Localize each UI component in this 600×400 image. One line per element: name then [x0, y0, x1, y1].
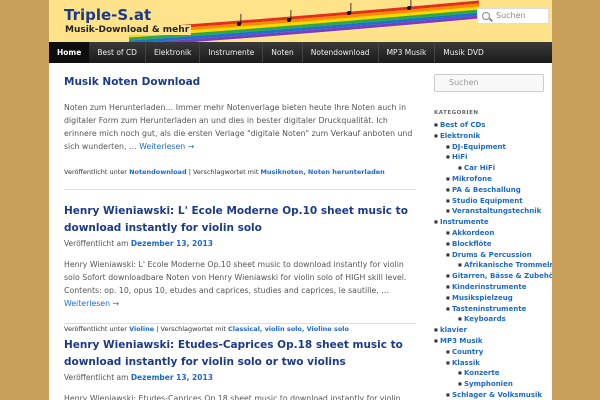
search-icon	[482, 12, 490, 20]
nav-item-mp3-musik[interactable]: MP3 Musik	[377, 42, 435, 63]
nav-item-home[interactable]: Home	[49, 42, 90, 63]
nav-item-noten[interactable]: Noten	[262, 42, 302, 63]
sidebar-category-item[interactable]: Symphonien	[458, 379, 544, 390]
site-title[interactable]: Triple-S.at	[64, 6, 151, 24]
sidebar-category-item[interactable]: Veranstaltungstechnik	[446, 206, 544, 217]
site-header: Triple-S.at Musik-Download & mehr Suchen	[49, 0, 552, 42]
sidebar-category-item[interactable]: Instrumente	[434, 217, 544, 228]
category-link[interactable]: Notendownload	[129, 168, 187, 176]
sidebar-category-item[interactable]: Studio Equipment	[446, 196, 544, 207]
nav-item-musik-dvd[interactable]: Musik DVD	[434, 42, 492, 63]
header-search-placeholder: Suchen	[496, 11, 526, 20]
category-list: Best of CDsElektronikDJ-EquipmentHiFiCar…	[434, 120, 552, 400]
nav-item-notendownload[interactable]: Notendownload	[301, 42, 378, 63]
sidebar-category-item[interactable]: Blockflöte	[446, 239, 544, 250]
sidebar: Suchen KATEGORIEN Best of CDsElektronikD…	[434, 74, 552, 400]
sidebar-category-item[interactable]: MP3 Musik	[434, 336, 544, 347]
rainbow-banner	[128, 0, 479, 42]
date-prefix: Veröffentlicht am	[64, 373, 129, 382]
sidebar-category-item[interactable]: Best of CDs	[434, 120, 544, 131]
nav-item-instrumente[interactable]: Instrumente	[199, 42, 262, 63]
meta-prefix: Veröffentlicht unter	[64, 168, 127, 176]
read-more-link[interactable]: Weiterlesen →	[139, 142, 194, 151]
sidebar-category-item[interactable]: Drums & Percussion	[446, 250, 544, 261]
post-title[interactable]: Henry Wieniawski: L' Ecole Moderne Op.10…	[64, 203, 416, 237]
sidebar-category-item[interactable]: Schlager & Volksmusik	[446, 390, 544, 400]
date-prefix: Veröffentlicht am	[64, 239, 129, 248]
date-link[interactable]: Dezember 13, 2013	[131, 373, 213, 382]
sidebar-category-item[interactable]: Car HiFi	[458, 163, 544, 174]
sidebar-category-item[interactable]: DJ-Equipment	[446, 142, 544, 153]
post: Henry Wieniawski: Etudes-Caprices Op.18 …	[64, 324, 416, 400]
sidebar-category-item[interactable]: Country	[446, 347, 544, 358]
nav-item-elektronik[interactable]: Elektronik	[144, 42, 199, 63]
main-nav: Home Best of CD Elektronik Instrumente N…	[49, 42, 552, 63]
post-date: Veröffentlicht am Dezember 13, 2013	[64, 239, 416, 248]
sidebar-category-item[interactable]: Musikspielzeug	[446, 293, 544, 304]
sidebar-category-item[interactable]: Tasteninstrumente	[446, 304, 544, 315]
read-more-link[interactable]: Weiterlesen →	[64, 299, 119, 308]
sidebar-category-item[interactable]: Mikrofone	[446, 174, 544, 185]
sidebar-category-item[interactable]: Konzerte	[458, 368, 544, 379]
sidebar-category-item[interactable]: Klassik	[446, 358, 544, 369]
meta-prefix: Veröffentlicht unter	[64, 325, 127, 333]
meta-mid: | Verschlagwortet mit	[156, 325, 226, 333]
post-title[interactable]: Musik Noten Download	[64, 74, 416, 91]
post-meta: Veröffentlicht unter Notendownload | Ver…	[64, 167, 416, 177]
site-tagline: Musik-Download & mehr	[63, 25, 192, 35]
date-link[interactable]: Dezember 13, 2013	[131, 239, 213, 248]
tag-links[interactable]: Classical, violin solo, Violine solo	[228, 325, 349, 333]
category-link[interactable]: Violine	[129, 325, 154, 333]
post-date: Veröffentlicht am Dezember 13, 2013	[64, 373, 416, 382]
post: Henry Wieniawski: L' Ecole Moderne Op.10…	[64, 190, 416, 333]
post: Musik Noten Download Noten zum Herunterl…	[64, 74, 416, 190]
header-search-input[interactable]: Suchen	[477, 8, 549, 24]
sidebar-category-item[interactable]: Elektronik	[434, 131, 544, 142]
sidebar-category-item[interactable]: PA & Beschallung	[446, 185, 544, 196]
sidebar-category-item[interactable]: Keyboards	[458, 314, 544, 325]
post-excerpt: Henry Wieniawski: Etudes-Caprices Op.18 …	[64, 394, 401, 400]
meta-mid: | Verschlagwortet mit	[188, 168, 259, 176]
post-excerpt-text: Henry Wieniawski: L' Ecole Moderne Op.10…	[64, 260, 407, 295]
post-excerpt: Henry Wieniawski: L' Ecole Moderne Op.10…	[64, 258, 416, 310]
post-excerpt-text: Noten zum Herunterladen… Immer mehr Note…	[64, 103, 413, 151]
sidebar-search-input[interactable]: Suchen	[434, 74, 544, 92]
sidebar-category-item[interactable]: Akkordeon	[446, 228, 544, 239]
page: Triple-S.at Musik-Download & mehr Suchen…	[49, 0, 552, 400]
post-excerpt: Noten zum Herunterladen… Immer mehr Note…	[64, 101, 416, 153]
tag-links[interactable]: Musiknoten, Noten herunterladen	[260, 168, 384, 176]
sidebar-category-item[interactable]: Afrikanische Trommeln	[458, 260, 552, 271]
post-list: Musik Noten Download Noten zum Herunterl…	[64, 74, 416, 400]
sidebar-category-item[interactable]: klavier	[434, 325, 544, 336]
nav-item-best-of-cd[interactable]: Best of CD	[89, 42, 145, 63]
sidebar-category-item[interactable]: Kinderinstrumente	[446, 282, 544, 293]
categories-heading: KATEGORIEN	[434, 110, 479, 116]
sidebar-category-item[interactable]: Gitarren, Bässe & Zubehör	[446, 271, 552, 282]
sidebar-category-item[interactable]: HiFi	[446, 152, 544, 163]
post-title[interactable]: Henry Wieniawski: Etudes-Caprices Op.18 …	[64, 337, 416, 371]
